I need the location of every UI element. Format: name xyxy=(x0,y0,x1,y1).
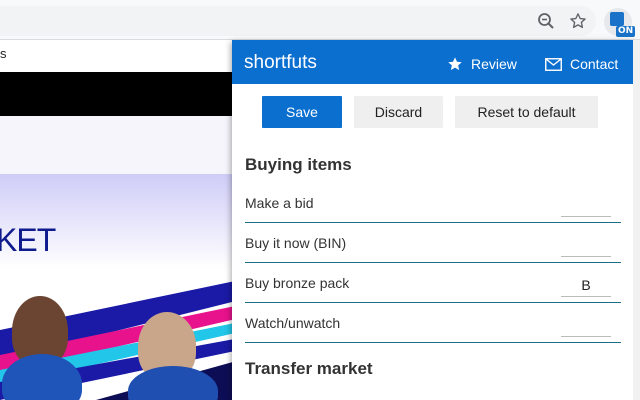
popup-header: shortfuts Review Contact xyxy=(232,40,633,84)
extension-icon xyxy=(610,12,624,26)
shortcut-row-buy-it-now: Buy it now (BIN) xyxy=(245,223,621,263)
browser-toolbar: ON xyxy=(0,0,640,40)
discard-button[interactable]: Discard xyxy=(354,96,443,128)
contact-label: Contact xyxy=(570,56,619,72)
shortcut-key-input[interactable] xyxy=(561,233,611,257)
reset-to-default-button[interactable]: Reset to default xyxy=(455,96,598,128)
review-label: Review xyxy=(471,56,517,72)
site-partial-text[interactable]: s xyxy=(0,46,7,61)
shortcut-row-make-bid: Make a bid xyxy=(245,183,621,223)
section-title-transfer-market: Transfer market xyxy=(245,359,373,378)
shortfuts-extension-button[interactable]: ON xyxy=(604,8,636,37)
section-title-buying-items: Buying items xyxy=(245,155,352,174)
star-icon xyxy=(447,56,463,72)
shortfuts-popup: shortfuts Review Contact Save Discard Re… xyxy=(232,40,633,400)
shortcut-key-input[interactable] xyxy=(561,313,611,337)
bookmark-star-icon[interactable] xyxy=(566,9,590,33)
popup-title: shortfuts xyxy=(244,52,317,73)
hero-title: KET xyxy=(0,222,56,258)
page-scrollbar[interactable] xyxy=(633,40,640,400)
shortcut-label: Make a bid xyxy=(245,195,314,211)
address-bar[interactable] xyxy=(0,6,596,36)
shortcut-label: Buy it now (BIN) xyxy=(245,235,347,251)
zoom-icon[interactable] xyxy=(534,9,558,33)
mail-icon xyxy=(545,57,562,71)
shortcut-key-input[interactable] xyxy=(561,273,611,297)
shortcut-key-input[interactable] xyxy=(561,193,611,217)
save-button[interactable]: Save xyxy=(262,96,342,128)
shortcut-label: Watch/unwatch xyxy=(245,315,341,331)
contact-link[interactable]: Contact xyxy=(545,55,618,73)
extension-badge: ON xyxy=(616,26,636,37)
shortcut-row-watch-unwatch: Watch/unwatch xyxy=(245,303,621,343)
shortcut-row-buy-bronze-pack: Buy bronze pack xyxy=(245,263,621,303)
shortcut-label: Buy bronze pack xyxy=(245,275,350,291)
review-link[interactable]: Review xyxy=(447,55,517,73)
